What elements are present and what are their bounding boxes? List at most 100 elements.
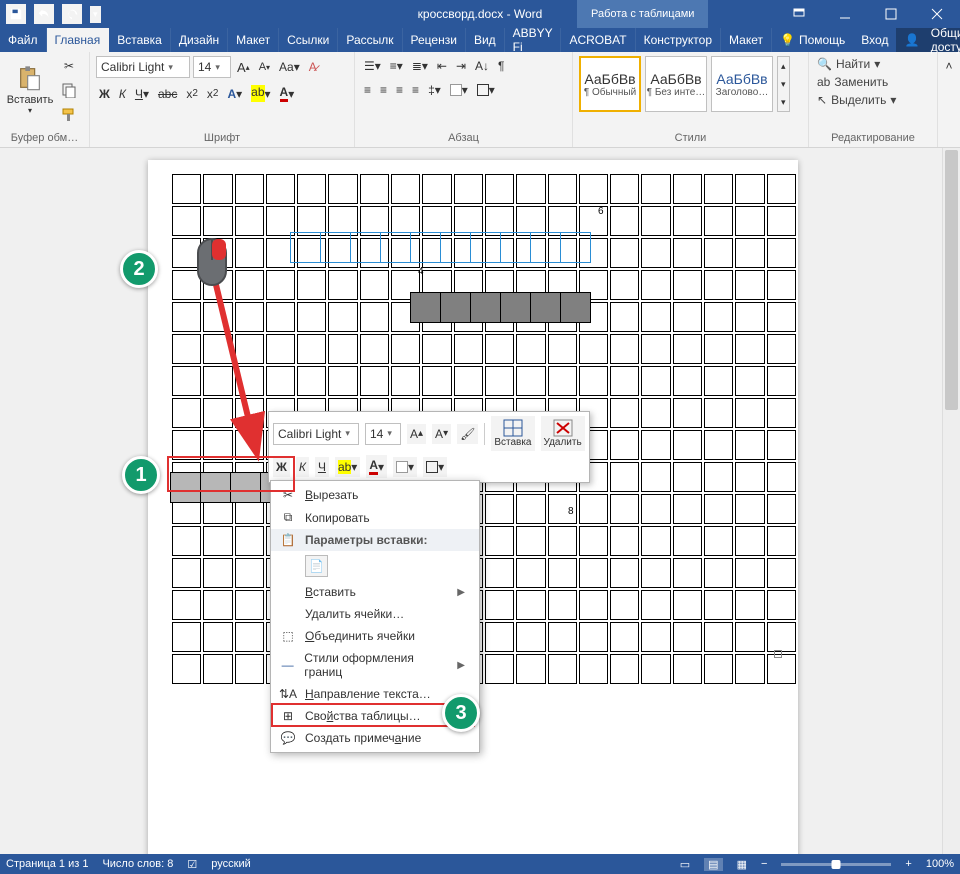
tab-review[interactable]: Рецензи [403, 28, 466, 52]
tab-references[interactable]: Ссылки [279, 28, 338, 52]
redo-button[interactable] [62, 4, 82, 24]
grow-font-button[interactable]: A▴ [234, 57, 253, 78]
show-marks-button[interactable]: ¶ [495, 56, 507, 76]
undo-button[interactable] [34, 4, 54, 24]
zoom-slider[interactable] [781, 863, 891, 866]
mini-shading[interactable]: ▾ [393, 457, 417, 477]
find-button[interactable]: 🔍Найти ▾ [815, 56, 882, 72]
bold-button[interactable]: Ж [96, 84, 113, 104]
zoom-level[interactable]: 100% [926, 858, 954, 870]
status-language[interactable]: русский [211, 858, 250, 870]
line-spacing-button[interactable]: ‡▾ [425, 80, 444, 100]
style-normal[interactable]: АаБбВв ¶ Обычный [579, 56, 641, 112]
style-heading1[interactable]: АаБбВв Заголово… [711, 56, 773, 112]
styles-scroll-down[interactable]: ▾ [778, 75, 789, 93]
tab-layout[interactable]: Макет [228, 28, 279, 52]
copy-button[interactable] [58, 79, 80, 101]
mini-italic[interactable]: К [296, 457, 309, 477]
change-case-button[interactable]: Aa▾ [276, 57, 303, 77]
mini-insert-button[interactable]: Вставка [491, 416, 534, 451]
tab-home[interactable]: Главная [47, 28, 110, 52]
underline-button[interactable]: Ч▾ [132, 84, 152, 104]
save-button[interactable] [6, 4, 26, 24]
view-read-mode[interactable]: ▭ [680, 858, 690, 871]
replace-button[interactable]: abЗаменить [815, 74, 890, 90]
sort-button[interactable]: A↓ [472, 56, 492, 76]
tab-acrobat[interactable]: ACROBAT [561, 28, 635, 52]
mini-font-color[interactable]: A▾ [366, 455, 387, 478]
close-button[interactable] [914, 0, 960, 28]
sign-in[interactable]: Вход [853, 28, 896, 52]
mini-format-painter[interactable]: 🖌 [457, 424, 478, 444]
scroll-thumb[interactable] [945, 150, 958, 410]
ctx-delete-cells[interactable]: Удалить ячейки… [271, 603, 479, 625]
align-center-button[interactable]: ≡ [377, 80, 390, 100]
ctx-copy[interactable]: ⧉Копировать [271, 506, 479, 529]
align-right-button[interactable]: ≡ [393, 80, 406, 100]
tab-table-layout[interactable]: Макет [721, 28, 772, 52]
decrease-indent-button[interactable]: ⇤ [434, 56, 450, 76]
tell-me[interactable]: 💡Помощь [772, 28, 853, 52]
vertical-scrollbar[interactable] [942, 148, 960, 854]
paste-keep-source-icon[interactable]: 📄 [305, 555, 328, 577]
mini-highlight[interactable]: ab▾ [335, 457, 360, 477]
mini-size-combo[interactable]: 14▾ [365, 423, 401, 445]
mini-bold[interactable]: Ж [273, 457, 290, 477]
format-painter-button[interactable] [58, 104, 80, 126]
ctx-cut[interactable]: ✂Вырезать [271, 484, 479, 506]
shading-button[interactable]: ▾ [447, 80, 471, 100]
subscript-button[interactable]: x2 [183, 84, 201, 104]
ribbon-display-button[interactable] [776, 0, 822, 28]
zoom-in[interactable]: + [905, 858, 911, 870]
status-page[interactable]: Страница 1 из 1 [6, 858, 88, 870]
table-resize-handle[interactable] [774, 650, 782, 658]
style-no-spacing[interactable]: АаБбВв ¶ Без инте… [645, 56, 707, 112]
minimize-button[interactable] [822, 0, 868, 28]
ctx-insert[interactable]: Вставить▶ [271, 581, 479, 603]
collapse-ribbon-button[interactable]: ˄ [942, 56, 955, 76]
mini-shrink-font[interactable]: A▾ [432, 424, 451, 444]
ctx-paste-option[interactable]: 📄 [271, 551, 479, 581]
increase-indent-button[interactable]: ⇥ [453, 56, 469, 76]
ctx-border-styles[interactable]: —Стили оформления границ▶ [271, 647, 479, 683]
styles-scroll-up[interactable]: ▴ [778, 57, 789, 75]
font-size-combo[interactable]: 14▾ [193, 56, 231, 78]
mini-delete-button[interactable]: Удалить [541, 416, 585, 451]
qat-dropdown[interactable]: ▾ [90, 6, 101, 23]
tab-mailings[interactable]: Рассылк [338, 28, 402, 52]
zoom-out[interactable]: − [761, 858, 767, 870]
superscript-button[interactable]: x2 [204, 84, 222, 104]
shrink-font-button[interactable]: A▾ [256, 58, 273, 76]
bullets-button[interactable]: ☰▾ [361, 56, 384, 76]
tab-view[interactable]: Вид [466, 28, 505, 52]
mini-grow-font[interactable]: A▴ [407, 424, 426, 444]
tab-file[interactable]: Файл [0, 28, 47, 52]
view-web-layout[interactable]: ▦ [737, 858, 747, 871]
tab-abbyy[interactable]: ABBYY Fi [505, 28, 562, 52]
italic-button[interactable]: К [116, 84, 129, 104]
numbering-button[interactable]: ≡▾ [387, 56, 406, 76]
highlight-button[interactable]: ab▾ [248, 82, 273, 105]
tab-insert[interactable]: Вставка [109, 28, 171, 52]
strike-button[interactable]: abc [155, 84, 180, 104]
paste-button[interactable]: Вставить ▾ [6, 56, 54, 120]
ctx-new-comment[interactable]: 💬Создать примечание [271, 727, 479, 749]
font-color-button[interactable]: A▾ [277, 82, 298, 105]
status-words[interactable]: Число слов: 8 [102, 858, 173, 870]
styles-expand[interactable]: ▾ [778, 93, 789, 111]
tab-design[interactable]: Дизайн [171, 28, 228, 52]
select-button[interactable]: ↖Выделить ▾ [815, 92, 898, 108]
cut-button[interactable]: ✂ [58, 56, 80, 76]
justify-button[interactable]: ≡ [409, 80, 422, 100]
spellcheck-icon[interactable]: ☑ [187, 858, 197, 871]
align-left-button[interactable]: ≡ [361, 80, 374, 100]
share-button[interactable]: 👤 Общий доступ [896, 28, 960, 52]
ctx-merge-cells[interactable]: ⬚Объединить ячейки [271, 625, 479, 647]
text-effects-button[interactable]: A▾ [224, 84, 245, 104]
view-print-layout[interactable]: ▤ [704, 858, 722, 871]
multilevel-button[interactable]: ≣▾ [409, 56, 431, 76]
mini-font-combo[interactable]: Calibri Light▾ [273, 423, 359, 445]
clear-format-button[interactable]: A̷ [306, 57, 320, 77]
maximize-button[interactable] [868, 0, 914, 28]
mini-underline[interactable]: Ч [315, 457, 329, 477]
